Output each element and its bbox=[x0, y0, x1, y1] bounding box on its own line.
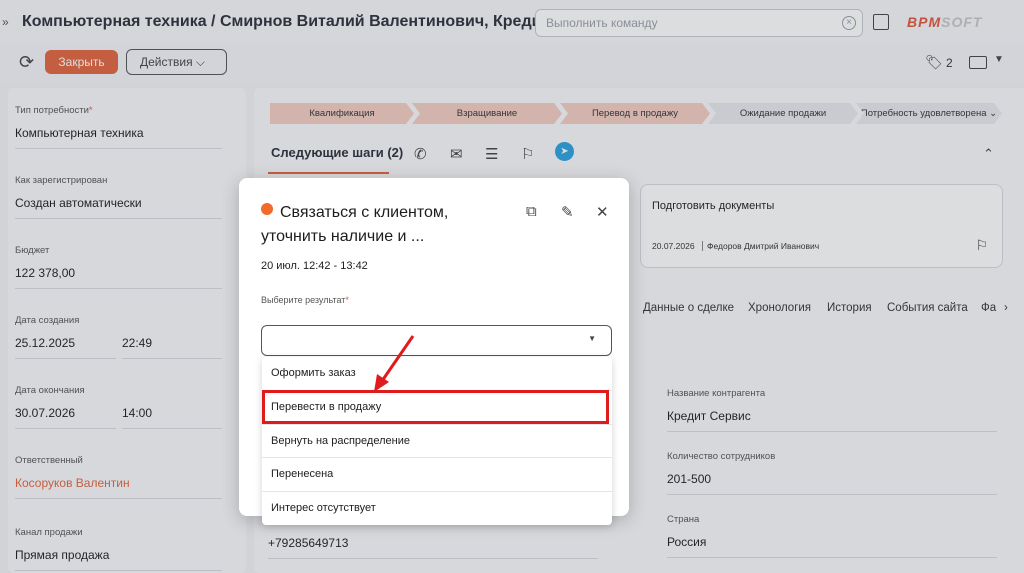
result-label: Выберите результат* bbox=[261, 295, 349, 305]
page: » Компьютерная техника / Смирнов Виталий… bbox=[0, 0, 1024, 573]
result-label-text: Выберите результат bbox=[261, 295, 346, 305]
option-return-to-distribution[interactable]: Вернуть на распределение bbox=[262, 424, 612, 457]
option-place-order[interactable]: Оформить заказ bbox=[262, 357, 612, 390]
result-dropdown: Оформить заказ Перевести в продажу Верну… bbox=[262, 357, 612, 525]
popup-title: Связаться с клиентом, уточнить наличие и… bbox=[261, 204, 449, 245]
option-postponed[interactable]: Перенесена bbox=[262, 457, 612, 490]
close-icon[interactable]: ✕ bbox=[596, 203, 609, 221]
popup-time: 20 июл. 12:42 - 13:42 bbox=[261, 260, 368, 272]
open-external-icon[interactable]: ⧉ bbox=[526, 203, 537, 220]
edit-icon[interactable]: ✎ bbox=[561, 203, 574, 221]
result-select[interactable]: ▼ bbox=[261, 325, 612, 356]
highlight-box bbox=[262, 390, 609, 424]
chevron-down-icon[interactable]: ▼ bbox=[588, 334, 596, 343]
option-no-interest[interactable]: Интерес отсутствует bbox=[262, 491, 612, 524]
required-mark: * bbox=[345, 295, 349, 305]
